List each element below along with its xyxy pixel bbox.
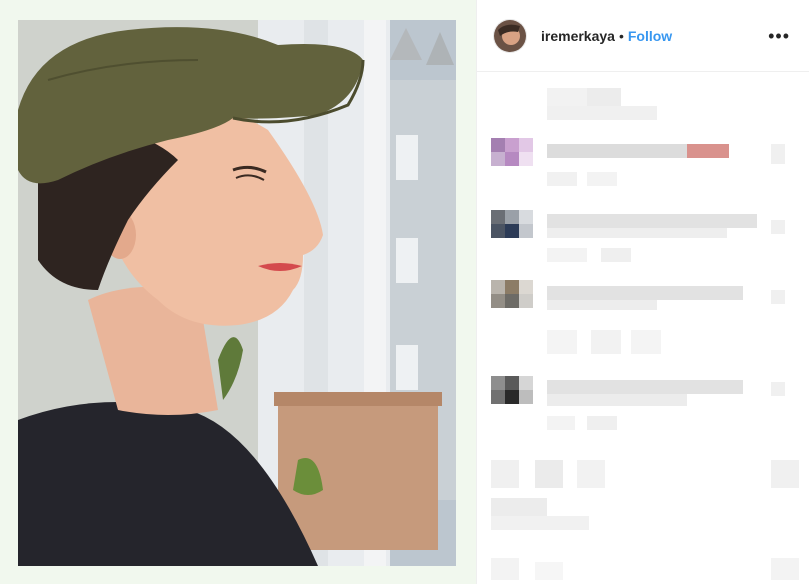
list-item bbox=[491, 138, 809, 198]
user-line: iremerkaya • Follow bbox=[541, 28, 672, 44]
photo-pane bbox=[0, 0, 476, 584]
more-options-icon[interactable]: ••• bbox=[768, 27, 790, 45]
list-item bbox=[491, 460, 809, 530]
list-item bbox=[491, 210, 809, 270]
list-item bbox=[491, 376, 809, 436]
photo-image bbox=[18, 20, 456, 566]
follow-button[interactable]: Follow bbox=[628, 28, 672, 44]
comments-list bbox=[477, 72, 809, 584]
post-sidebar: iremerkaya • Follow ••• bbox=[476, 0, 809, 584]
avatar[interactable] bbox=[493, 18, 527, 53]
post-photo[interactable] bbox=[18, 20, 456, 566]
username-link[interactable]: iremerkaya bbox=[541, 28, 615, 44]
avatar-image bbox=[494, 19, 526, 52]
post-header: iremerkaya • Follow ••• bbox=[477, 0, 809, 72]
list-item bbox=[491, 558, 809, 584]
list-item bbox=[491, 80, 809, 130]
separator-dot: • bbox=[618, 27, 624, 44]
list-item bbox=[491, 280, 809, 360]
